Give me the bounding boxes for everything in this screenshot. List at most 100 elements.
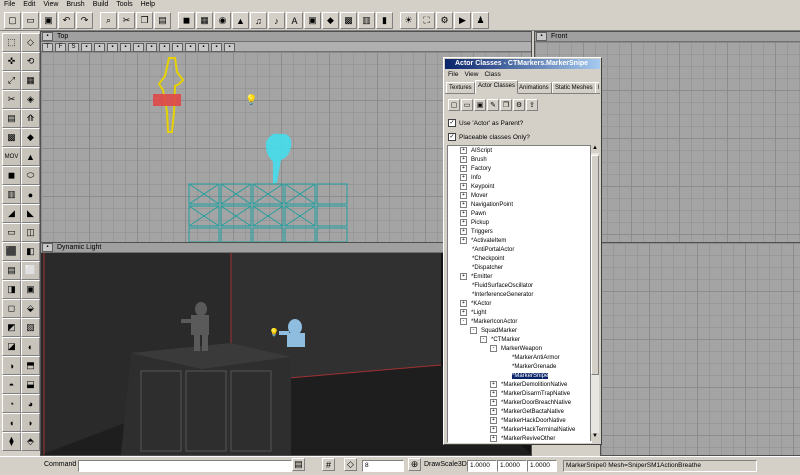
menu-item-brush[interactable]: Brush [62, 0, 88, 10]
tool-15-icon[interactable]: ◼ [2, 166, 21, 185]
tree-node[interactable]: - *MarkerIconActor [460, 318, 517, 327]
expand-icon[interactable]: + [460, 228, 467, 235]
paste-icon[interactable]: ▤ [154, 12, 171, 29]
prefab-icon[interactable]: ▣ [304, 12, 321, 29]
texture-mode-icon[interactable]: ▪ [133, 43, 144, 52]
tool-31-icon[interactable]: ◩ [2, 318, 21, 337]
search-icon[interactable]: ⌕ [100, 12, 117, 29]
tree-node[interactable]: + Pawn [460, 210, 486, 219]
save-package-icon[interactable]: ▣ [474, 99, 486, 111]
tool-44-icon[interactable]: ⬘ [21, 432, 40, 451]
tool-16-icon[interactable]: ⬭ [21, 166, 40, 185]
animation-icon[interactable]: ◆ [322, 12, 339, 29]
expand-icon[interactable]: + [460, 183, 467, 190]
tree-node[interactable]: *MarkerGrenade [500, 363, 556, 372]
default-properties-icon[interactable]: ⚙ [513, 99, 525, 111]
tool-19-icon[interactable]: ◢ [2, 204, 21, 223]
tree-node[interactable]: - SquadMarker [470, 327, 517, 336]
tool-17-icon[interactable]: ▥ [2, 185, 21, 204]
copy-icon[interactable]: ❐ [136, 12, 153, 29]
tool-8-icon[interactable]: ◈ [21, 90, 40, 109]
expand-icon[interactable]: + [490, 417, 497, 424]
expand-icon[interactable]: + [460, 210, 467, 217]
tool-10-icon[interactable]: ⟰ [21, 109, 40, 128]
scroll-down-icon[interactable]: ▼ [591, 433, 599, 441]
build-paths-icon[interactable]: ⛶ [418, 12, 435, 29]
tree-node[interactable]: *Dispatcher [460, 264, 503, 273]
volume-icon[interactable]: ▪ [211, 43, 222, 52]
path-icon[interactable]: ▪ [185, 43, 196, 52]
actor-class-tree[interactable]: + AIScript + Brush + Factory + Info + Keypoint + Mo… [447, 145, 592, 443]
brush-icon[interactable]: ▪ [198, 43, 209, 52]
tool-14-icon[interactable]: ▲ [21, 147, 40, 166]
mesh-icon[interactable]: ▲ [232, 12, 249, 29]
tool-24-icon[interactable]: ◧ [21, 242, 40, 261]
side-viewport[interactable] [600, 242, 800, 456]
brush-icon[interactable]: ◼ [178, 12, 195, 29]
camera-icon[interactable]: ▪ [81, 43, 92, 52]
tree-node[interactable]: + *MarkerDisarmTrapNative [490, 390, 570, 399]
edit-script-icon[interactable]: ✎ [487, 99, 499, 111]
tool-36-icon[interactable]: ⬒ [21, 356, 40, 375]
collapse-icon[interactable]: - [480, 336, 487, 343]
user-icon[interactable]: ♟ [472, 12, 489, 29]
tree-node[interactable]: *MarkerSnipe [500, 372, 549, 381]
tool-35-icon[interactable]: ◑ [2, 356, 21, 375]
expand-icon[interactable]: + [490, 426, 497, 433]
tool-21-icon[interactable]: ▭ [2, 223, 21, 242]
menu-item-tools[interactable]: Tools [112, 0, 136, 10]
tab-actor-classes[interactable]: Actor Classes [475, 80, 519, 94]
play-icon[interactable]: ▶ [454, 12, 471, 29]
open-icon[interactable]: ▭ [22, 12, 39, 29]
tool-6-icon[interactable]: ▦ [21, 71, 40, 90]
music-icon[interactable]: ♪ [268, 12, 285, 29]
drag-grid-icon[interactable]: # [322, 458, 335, 471]
expand-icon[interactable]: + [460, 165, 467, 172]
undo-icon[interactable]: ↶ [58, 12, 75, 29]
expand-icon[interactable]: + [490, 435, 497, 442]
collapse-icon[interactable]: - [490, 345, 497, 352]
tree-node[interactable]: *InterferenceGenerator [460, 291, 533, 300]
tool-43-icon[interactable]: ⧫ [2, 432, 21, 451]
expand-icon[interactable]: + [490, 390, 497, 397]
scroll-thumb[interactable] [591, 155, 599, 375]
expand-icon[interactable]: + [460, 174, 467, 181]
tool-26-icon[interactable]: ⬜ [21, 261, 40, 280]
font-text-icon[interactable]: A [286, 12, 303, 29]
tool-29-icon[interactable]: ◻ [2, 299, 21, 318]
tool-27-icon[interactable]: ◨ [2, 280, 21, 299]
collapse-icon[interactable]: - [470, 327, 477, 334]
expand-icon[interactable]: + [460, 237, 467, 244]
terrain-icon[interactable]: ▥ [358, 12, 375, 29]
expand-icon[interactable]: + [460, 309, 467, 316]
new-icon[interactable]: ▢ [4, 12, 21, 29]
viewport-menu-icon[interactable]: ▪ [42, 32, 53, 41]
tool-4-icon[interactable]: ⟲ [21, 52, 40, 71]
actor-classes-window[interactable]: Actor Classes - CTMarkers.MarkerSnipe Fi… [443, 57, 602, 445]
tree-node[interactable]: + Factory [460, 165, 491, 174]
menu-item-edit[interactable]: Edit [19, 0, 39, 10]
expand-icon[interactable]: + [490, 408, 497, 415]
tree-node[interactable]: + *MarkerDoorBreachNative [490, 399, 571, 408]
new-script-icon[interactable]: ❐ [500, 99, 512, 111]
menu-item-help[interactable]: Help [137, 0, 159, 10]
tool-40-icon[interactable]: ◕ [21, 394, 40, 413]
side-ortho-grid[interactable] [601, 243, 800, 455]
tree-node[interactable]: + Keypoint [460, 183, 494, 192]
expand-icon[interactable]: + [460, 156, 467, 163]
collapse-icon[interactable]: - [460, 318, 467, 325]
expand-icon[interactable]: + [460, 273, 467, 280]
tool-28-icon[interactable]: ▣ [21, 280, 40, 299]
expand-icon[interactable]: + [490, 399, 497, 406]
tree-scrollbar[interactable]: ▲ ▼ [590, 145, 599, 441]
tree-node[interactable]: + Info [460, 174, 481, 183]
export-icon[interactable]: ⇪ [526, 99, 538, 111]
placeable-only-checkbox[interactable]: ✓ Placeable classes Only? [448, 133, 530, 141]
actor-icon[interactable]: ◉ [214, 12, 231, 29]
tree-node[interactable]: + *KActor [460, 300, 491, 309]
terrain-icon[interactable]: ▪ [224, 43, 235, 52]
viewport-menu-icon[interactable]: ▪ [42, 243, 53, 252]
tree-node[interactable]: - MarkerWeapon [490, 345, 542, 354]
new-class-icon[interactable]: ▢ [448, 99, 460, 111]
tool-23-icon[interactable]: ⬛ [2, 242, 21, 261]
